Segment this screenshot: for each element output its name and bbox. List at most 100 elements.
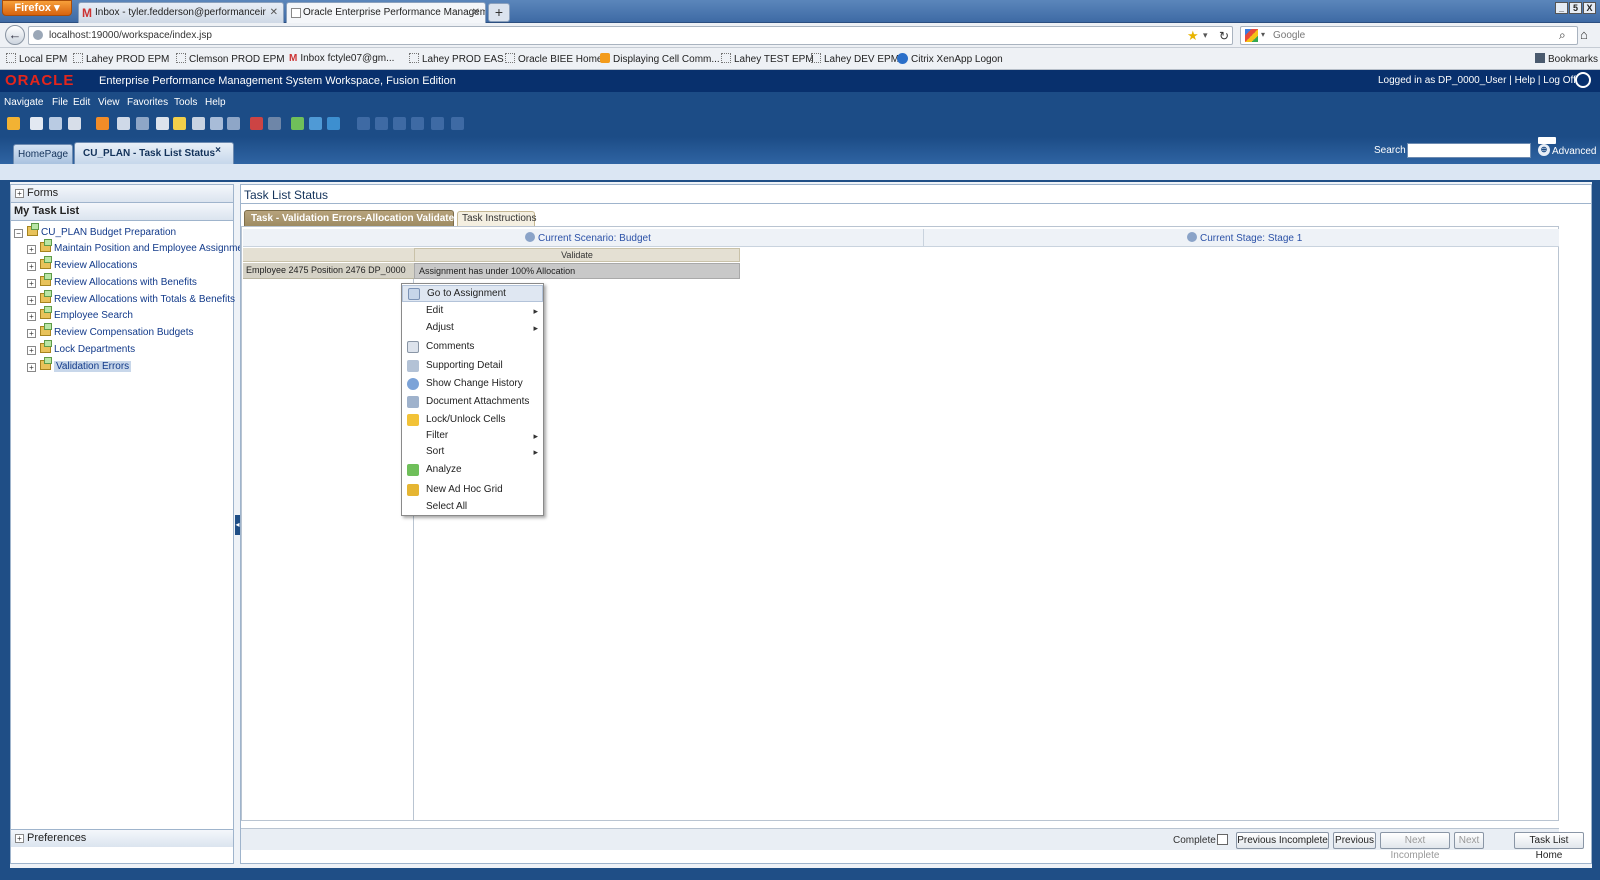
comments-icon[interactable] [156, 117, 169, 130]
previous-button[interactable]: Previous [1333, 832, 1376, 849]
bookmark-item[interactable]: Lahey PROD EAS [409, 53, 504, 65]
expand-icon[interactable]: + [27, 262, 36, 271]
advanced-search-link[interactable]: Advanced [1552, 146, 1596, 157]
bookmark-item[interactable]: Lahey DEV EPM [811, 53, 899, 65]
stage-pov[interactable]: Current Stage: Stage 1 [1187, 232, 1302, 244]
tab-homepage[interactable]: HomePage [13, 144, 73, 164]
google-icon[interactable] [1245, 29, 1258, 42]
browser-tab-oracle[interactable]: Oracle Enterprise Performance Managem ✕ [286, 2, 486, 23]
expand-icon[interactable]: + [27, 245, 36, 254]
bookmark-item[interactable]: Clemson PROD EPM [176, 53, 285, 65]
refresh-icon[interactable] [49, 117, 62, 130]
bookmark-item[interactable]: Lahey TEST EPM [721, 53, 814, 65]
bookmark-star-icon[interactable]: ★ [1187, 28, 1199, 44]
reload-icon[interactable]: ↻ [1219, 29, 1229, 43]
expand-icon[interactable]: + [27, 279, 36, 288]
preferences-accordion[interactable]: + Preferences [11, 829, 233, 847]
url-bar[interactable]: localhost:19000/workspace/index.jsp ★ ▾ … [28, 26, 1233, 45]
tree-item[interactable]: + Review Allocations [27, 256, 137, 271]
menu-item-comments[interactable]: Comments [402, 339, 543, 356]
close-window-button[interactable]: X [1583, 2, 1596, 14]
tab-close-icon[interactable]: ✕ [270, 3, 278, 23]
tab-close-icon[interactable]: ✕ [472, 3, 480, 23]
tab-task-list-status[interactable]: CU_PLAN - Task List Status × [74, 142, 234, 164]
bookmarks-menu[interactable]: Bookmarks [1535, 53, 1598, 65]
new-tab-button[interactable]: + [488, 3, 510, 22]
grid-cell[interactable]: Assignment has under 100% Allocation [414, 263, 740, 279]
tab-validation-errors[interactable]: Task - Validation Errors-Allocation Vali… [244, 210, 454, 226]
menu-item-lock-unlock-cells[interactable]: Lock/Unlock Cells [402, 412, 543, 429]
forms-accordion[interactable]: + Forms [11, 185, 233, 203]
menu-item-document-attachments[interactable]: Document Attachments [402, 394, 543, 411]
my-task-list-header[interactable]: My Task List [11, 203, 233, 221]
tree-item[interactable]: + Maintain Position and Employee Assignme… [27, 239, 256, 254]
spread-icon[interactable] [250, 117, 263, 130]
complete-checkbox[interactable] [1217, 834, 1228, 845]
tree-item[interactable]: + Review Compensation Budgets [27, 323, 194, 338]
next-incomplete-button[interactable]: Next Incomplete [1380, 832, 1450, 861]
menu-file[interactable]: File [52, 97, 68, 108]
tree-root[interactable]: − CU_PLAN Budget Preparation [14, 223, 176, 238]
menu-item-show-change-history[interactable]: Show Change History [402, 376, 543, 393]
tree-item[interactable]: + Review Allocations with Benefits [27, 273, 197, 288]
menu-item-go-to-assignment[interactable]: Go to Assignment [402, 285, 543, 302]
attachment-icon[interactable] [210, 117, 223, 130]
firefox-menu-button[interactable]: Firefox ▾ [2, 0, 72, 16]
menu-item-edit[interactable]: Edit ▸ [402, 303, 543, 320]
expand-icon[interactable]: + [27, 296, 36, 305]
calculate-icon[interactable] [268, 117, 281, 130]
collapse-icon[interactable]: − [14, 229, 23, 238]
menu-favorites[interactable]: Favorites [127, 97, 168, 108]
menu-help[interactable]: Help [205, 97, 226, 108]
bookmark-item[interactable]: Local EPM [6, 53, 67, 65]
edit-icon[interactable] [96, 117, 109, 130]
browser-search-bar[interactable]: ▾ Google ⌕ [1240, 26, 1578, 45]
history-dropdown-icon[interactable]: ▾ [1203, 30, 1208, 41]
expand-icon[interactable]: + [27, 312, 36, 321]
bookmark-item[interactable]: Oracle BIEE Home [505, 53, 602, 65]
menu-view[interactable]: View [98, 97, 120, 108]
menu-item-sort[interactable]: Sort ▸ [402, 444, 543, 461]
home-icon[interactable] [7, 117, 20, 130]
lock-icon[interactable] [173, 117, 186, 130]
home-icon[interactable]: ⌂ [1580, 27, 1588, 42]
menu-item-filter[interactable]: Filter ▸ [402, 428, 543, 445]
task-list-home-button[interactable]: Task List Home [1514, 832, 1584, 861]
bookmark-item[interactable]: Citrix XenApp Logon [897, 53, 1003, 65]
print-icon[interactable] [68, 117, 81, 130]
scenario-pov[interactable]: Current Scenario: Budget [525, 232, 651, 244]
expand-icon[interactable]: + [15, 189, 24, 198]
tab-close-icon[interactable]: × [215, 140, 221, 161]
menu-item-select-all[interactable]: Select All [402, 499, 543, 516]
search-input[interactable] [1407, 143, 1531, 158]
tree-item[interactable]: + Lock Departments [27, 340, 135, 355]
browser-tab-inbox[interactable]: M Inbox - tyler.fedderson@performanceir … [78, 2, 284, 23]
adhoc-icon[interactable] [309, 117, 322, 130]
smart-view-icon[interactable] [327, 117, 340, 130]
grid-icon[interactable] [136, 117, 149, 130]
tree-item[interactable]: + Employee Search [27, 306, 133, 321]
expand-icon[interactable]: + [27, 363, 36, 372]
menu-edit[interactable]: Edit [73, 97, 90, 108]
next-button[interactable]: Next [1454, 832, 1484, 849]
minimize-button[interactable]: _ [1555, 2, 1568, 14]
menu-tools[interactable]: Tools [174, 97, 197, 108]
bookmark-item[interactable]: Lahey PROD EPM [73, 53, 169, 65]
supporting-detail-icon[interactable] [192, 117, 205, 130]
expand-icon[interactable]: + [27, 329, 36, 338]
history-icon[interactable] [227, 117, 240, 130]
user-info-links[interactable]: Logged in as DP_0000_User | Help | Log O… [1378, 75, 1576, 86]
tree-item[interactable]: + Review Allocations with Totals & Benefi… [27, 290, 235, 305]
tree-item-selected[interactable]: + Validation Errors [27, 357, 132, 372]
menu-item-adjust[interactable]: Adjust ▸ [402, 320, 543, 337]
adjust-icon[interactable] [117, 117, 130, 130]
maximize-button[interactable]: 5 [1569, 2, 1582, 14]
expand-icon[interactable]: + [15, 834, 24, 843]
menu-navigate[interactable]: Navigate [4, 97, 43, 108]
bookmark-item[interactable]: Displaying Cell Comm... [600, 53, 720, 65]
search-engine-dropdown-icon[interactable]: ▾ [1261, 30, 1265, 39]
analyze-icon[interactable] [291, 117, 304, 130]
bookmark-item[interactable]: M Inbox fctyle07@gm... [289, 53, 394, 64]
previous-incomplete-button[interactable]: Previous Incomplete [1236, 832, 1329, 849]
back-arrow-icon[interactable]: ← [5, 25, 25, 45]
